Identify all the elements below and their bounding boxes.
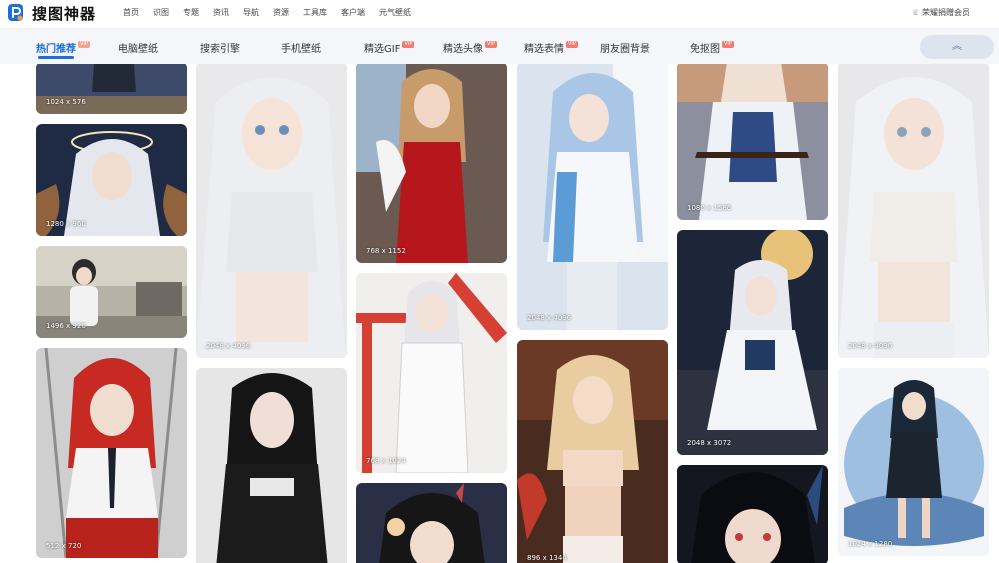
artwork-thumbnail [36,348,187,558]
tab-phone-wallpaper[interactable]: 手机壁纸 [281,40,321,55]
resolution-label: 1080 x 1586 [687,204,732,212]
image-card[interactable]: 1024 x 1280 [838,368,989,556]
resolution-label: 2048 x 3072 [687,439,732,447]
image-grid: 1024 x 576 1280 x 960 1496 x 920 512 x 7… [0,64,999,563]
tab-label: 精选头像 [443,44,483,55]
artwork-thumbnail [356,64,507,263]
logo-text[interactable]: 搜图神器 [32,3,96,24]
image-card[interactable]: 1080 x 1586 [677,64,828,220]
chevron-up-double-icon: ︽ [952,41,962,52]
image-card[interactable]: 2048 x 3072 [677,230,828,455]
crown-icon: ♕ [911,8,919,17]
resolution-label: 2048 x 4096 [527,314,572,322]
artwork-thumbnail [196,368,347,563]
tab-featured-gif[interactable]: 精选GIF VIP [364,40,415,55]
nav-navigation[interactable]: 导航 [243,7,259,18]
nav-home[interactable]: 首页 [123,7,139,18]
artwork-thumbnail [517,64,668,330]
artwork-thumbnail [36,64,187,114]
tab-label: 精选表情 [524,44,564,55]
nav-topics[interactable]: 专题 [183,7,199,18]
artwork-thumbnail [356,483,507,563]
vip-badge: VIP [722,41,734,48]
resolution-label: 1280 x 960 [46,220,86,228]
artwork-thumbnail [838,64,989,358]
tab-moments-background[interactable]: 朋友圈背景 [600,40,650,55]
image-card[interactable]: 1280 x 960 [36,124,187,236]
top-header: 搜图神器 首页 识图 专题 资讯 导航 资源 工具库 客户端 元气壁纸 ♕ 荣耀… [0,0,999,28]
image-card[interactable] [196,368,347,563]
artwork-thumbnail [196,64,347,358]
image-card[interactable]: 768 x 1152 [356,64,507,263]
resolution-label: 896 x 1344 [527,554,567,562]
tab-search-engine[interactable]: 搜索引擎 [200,40,240,55]
nav-client[interactable]: 客户端 [341,7,365,18]
artwork-thumbnail [517,340,668,563]
nav-yuanqi-wallpaper[interactable]: 元气壁纸 [379,7,411,18]
image-card[interactable]: 896 x 1344 [517,340,668,563]
member-badge[interactable]: ♕ 荣耀捐赠会员 [912,7,970,18]
tab-label: 电脑壁纸 [118,44,158,55]
image-card[interactable]: 768 x 1024 [356,273,507,473]
tab-label: 手机壁纸 [281,44,321,55]
category-tab-bar: 热门推荐 VIP 电脑壁纸 搜索引擎 手机壁纸 精选GIF VIP 精选头像 V… [0,28,999,64]
tab-desktop-wallpaper[interactable]: 电脑壁纸 [118,40,158,55]
resolution-label: 768 x 1024 [366,457,406,465]
tab-label: 热门推荐 [36,44,76,55]
vip-badge: VIP [78,41,90,48]
nav-resources[interactable]: 资源 [273,7,289,18]
logo-icon[interactable] [7,3,25,23]
image-card[interactable]: 2048 x 4096 [838,64,989,358]
tab-label: 精选GIF [364,44,401,55]
vip-badge: VIP [485,41,497,48]
resolution-label: 768 x 1152 [366,247,406,255]
nav-image-search[interactable]: 识图 [153,7,169,18]
nav-news[interactable]: 资讯 [213,7,229,18]
nav-toolbox[interactable]: 工具库 [303,7,327,18]
tab-featured-sticker[interactable]: 精选表情 VIP [524,40,578,55]
resolution-label: 512 x 720 [46,542,82,550]
image-card[interactable]: 512 x 720 [36,348,187,558]
resolution-label: 2048 x 4096 [848,342,893,350]
tab-label: 免抠图 [690,44,720,55]
tab-label: 搜索引擎 [200,44,240,55]
vip-badge: VIP [566,41,578,48]
artwork-thumbnail [838,368,989,556]
artwork-thumbnail [677,64,828,220]
member-label: 荣耀捐赠会员 [922,8,970,17]
collapse-tabs-button[interactable]: ︽ [920,35,994,59]
image-card[interactable]: 1024 x 576 [36,64,187,114]
image-card[interactable]: 2048 x 4096 [517,64,668,330]
tab-hot-recommend[interactable]: 热门推荐 VIP [36,40,90,55]
vip-badge: VIP [402,41,415,48]
image-card[interactable]: 2048 x 4096 [196,64,347,358]
image-card[interactable]: 1496 x 920 [36,246,187,338]
artwork-thumbnail [677,230,828,455]
image-card[interactable] [677,465,828,563]
active-tab-indicator [38,56,74,59]
image-card[interactable] [356,483,507,563]
resolution-label: 2048 x 4096 [206,342,251,350]
tab-featured-avatar[interactable]: 精选头像 VIP [443,40,497,55]
resolution-label: 1024 x 576 [46,98,86,106]
top-navigation: 首页 识图 专题 资讯 导航 资源 工具库 客户端 元气壁纸 [123,7,425,18]
tab-label: 朋友圈背景 [600,44,650,55]
resolution-label: 1024 x 1280 [848,540,893,548]
artwork-thumbnail [677,465,828,563]
artwork-thumbnail [356,273,507,473]
tab-cutout-image[interactable]: 免抠图 VIP [690,40,734,55]
resolution-label: 1496 x 920 [46,322,86,330]
